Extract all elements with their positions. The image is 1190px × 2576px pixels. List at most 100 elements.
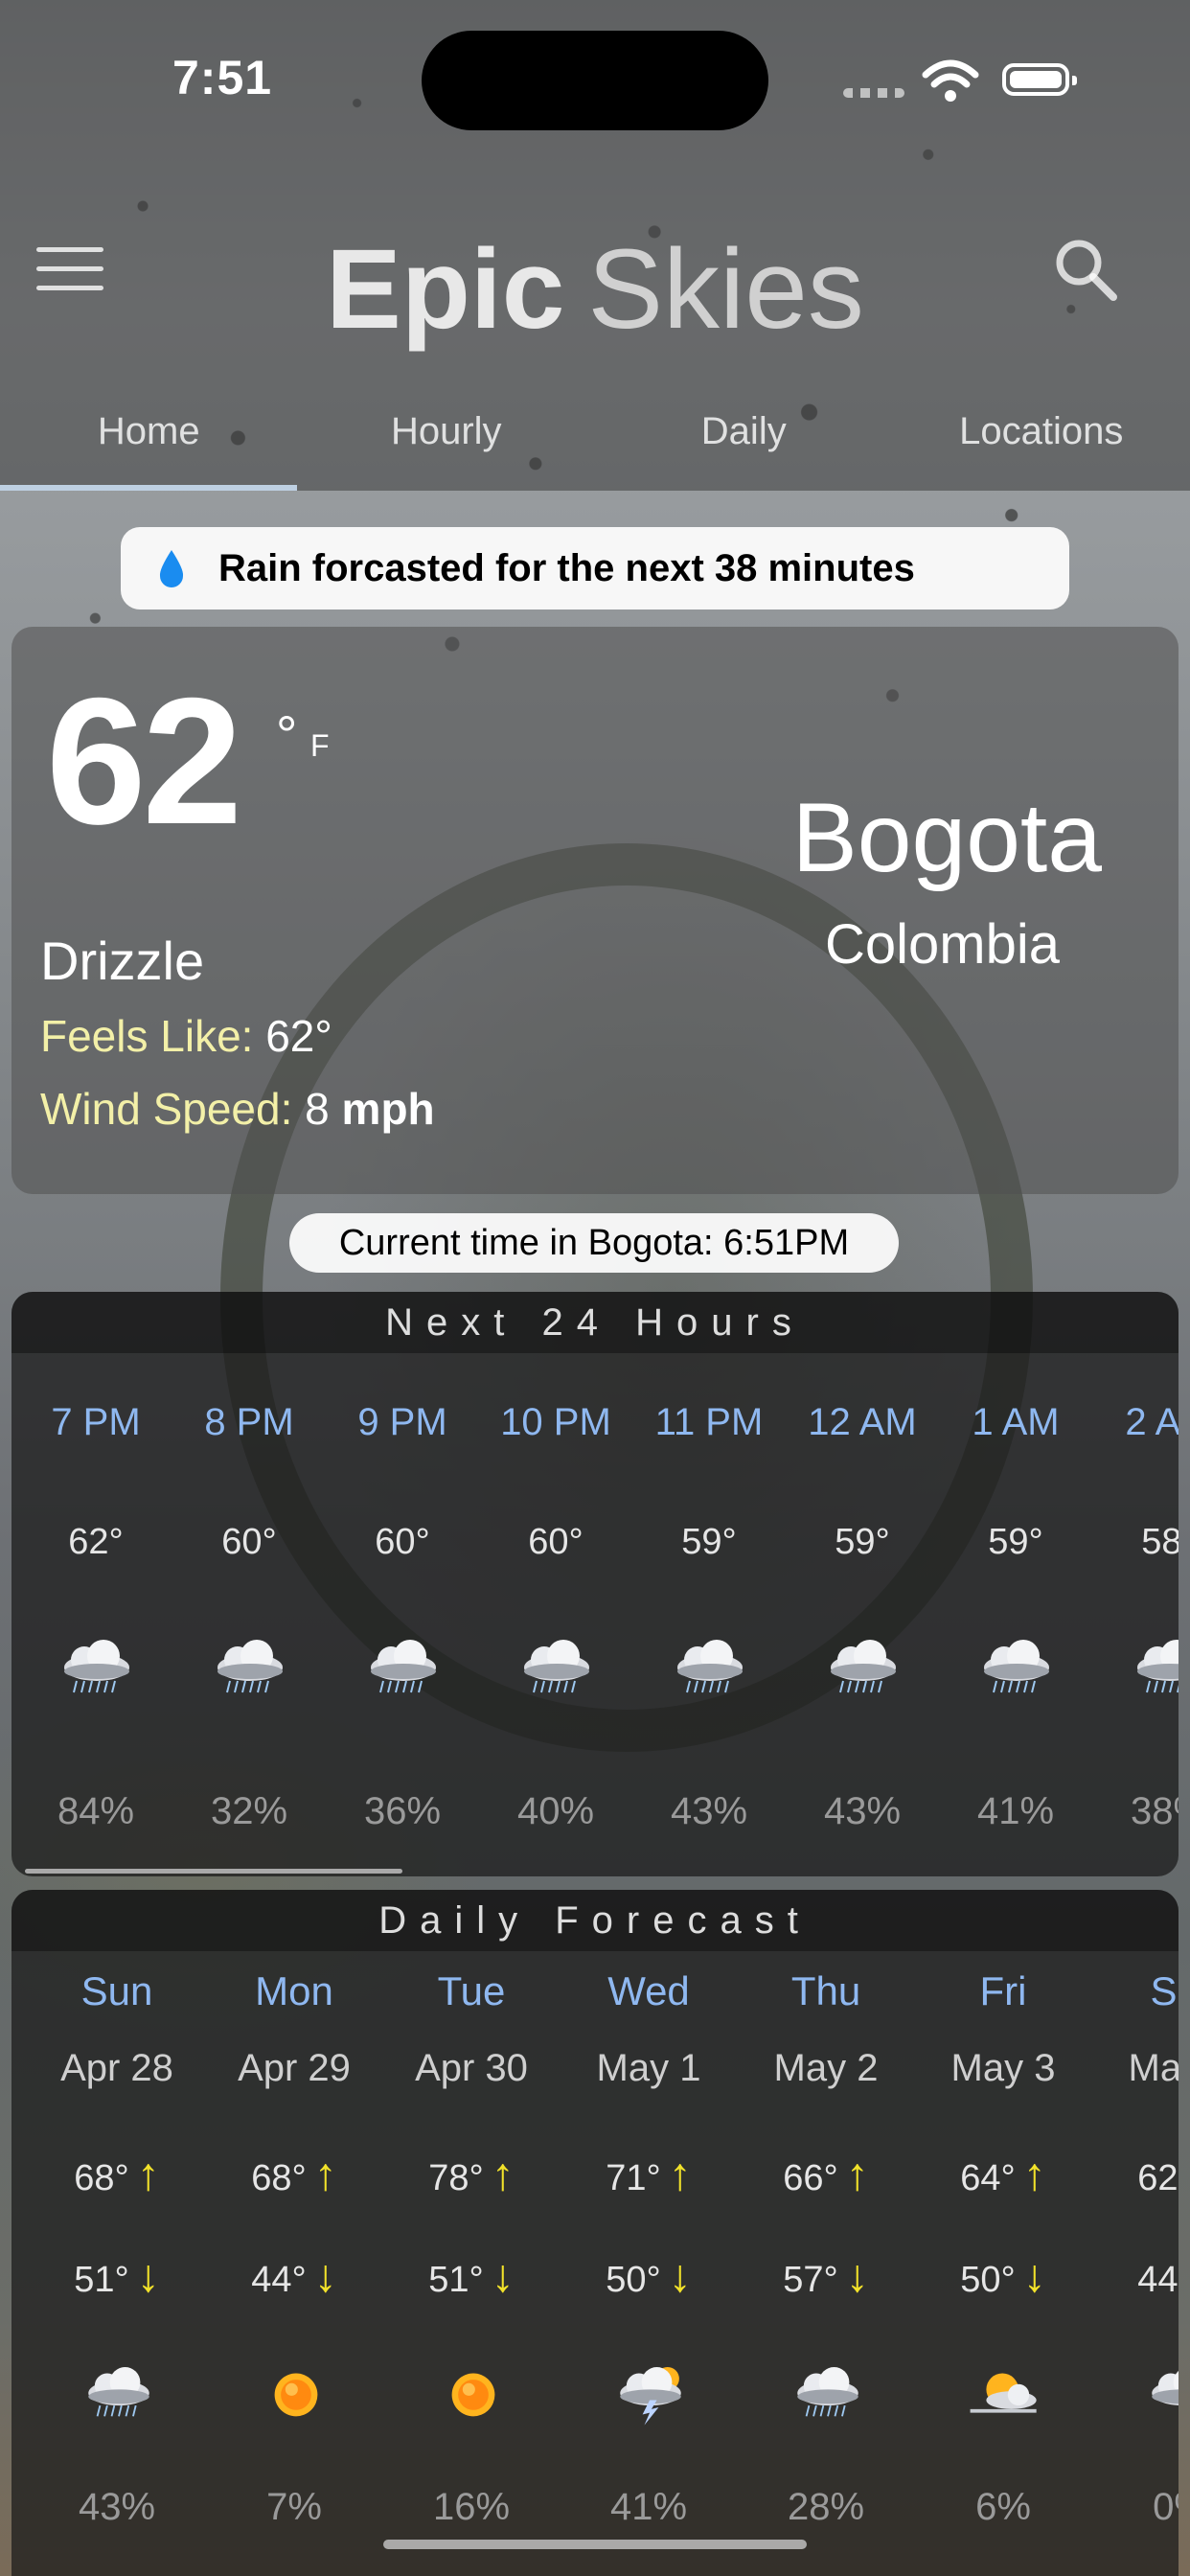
temperature-unit: F <box>310 728 332 763</box>
daily-date: Apr 28 <box>60 2047 173 2089</box>
daily-high: 68° ↑ <box>35 2149 198 2201</box>
cloud-icon <box>1152 2371 1179 2406</box>
arrow-up-icon: ↑ <box>136 2150 160 2200</box>
daily-high: 68° ↑ <box>213 2149 376 2201</box>
status-bar: 7:51 <box>0 0 1190 153</box>
daily-high: 62°↑ <box>1099 2149 1179 2201</box>
search-icon[interactable] <box>1052 236 1119 303</box>
rain-cloud-icon <box>797 2367 858 2417</box>
daily-precip-chance: 0% <box>1153 2486 1179 2528</box>
tab-locations[interactable]: Locations <box>893 393 1190 489</box>
current-conditions-card: 62 ° F Drizzle Feels Like: 62° Wind Spee… <box>11 627 1179 1194</box>
rain-cloud-icon <box>217 1640 283 1693</box>
wifi-icon <box>922 59 979 102</box>
hourly-temp: 62° <box>68 1522 124 1562</box>
daily-precip-chance: 43% <box>78 2486 156 2528</box>
daily-day-name: Fri <box>979 1968 1027 2013</box>
arrow-up-icon: ↑ <box>845 2150 869 2200</box>
hourly-precip-chance: 36% <box>363 1790 442 1832</box>
hourly-temp: 59° <box>988 1522 1043 1562</box>
hourly-temp: 60° <box>221 1522 277 1562</box>
hourly-temp: 60° <box>375 1522 430 1562</box>
daily-day-name: Sat <box>1150 1968 1179 2013</box>
wind-speed-unit: mph <box>341 1084 435 1134</box>
daily-low: 50° ↓ <box>567 2250 730 2303</box>
hourly-precip-chance: 43% <box>670 1790 748 1832</box>
arrow-up-icon: ↑ <box>491 2150 515 2200</box>
rain-cloud-icon <box>677 1640 743 1693</box>
daily-low: 50° ↓ <box>922 2250 1085 2303</box>
rain-banner[interactable]: Rain forcasted for the next 38 minutes <box>121 527 1069 610</box>
battery-icon <box>1002 63 1077 96</box>
hourly-forecast-panel[interactable]: Next 24 Hours 7 PM 62° 84% 8 PM 60° 32% 9 PM 60… <box>11 1292 1179 1876</box>
hourly-title: Next 24 Hours <box>11 1292 1179 1353</box>
daily-date: Apr 30 <box>415 2047 528 2089</box>
current-temperature: 62 <box>46 660 242 862</box>
wind-speed-value: 8 <box>305 1084 330 1134</box>
daily-day-name: Sun <box>80 1968 153 2013</box>
daily-high: 78° ↑ <box>390 2149 553 2201</box>
arrow-down-icon: ↓ <box>313 2251 337 2302</box>
partly-cloudy-icon <box>970 2373 1037 2413</box>
sun-icon <box>274 2373 318 2417</box>
hourly-precip-chance: 43% <box>823 1790 902 1832</box>
daily-low-value: 51° <box>428 2260 484 2300</box>
daily-precip-chance: 28% <box>787 2486 865 2528</box>
degree-symbol: ° <box>276 704 298 765</box>
daily-low: 51° ↓ <box>35 2250 198 2303</box>
rain-cloud-icon <box>371 1640 436 1693</box>
hourly-precip-chance: 38% <box>1130 1790 1179 1832</box>
arrow-down-icon: ↓ <box>136 2251 160 2302</box>
daily-day-name: Mon <box>255 1968 333 2013</box>
daily-high-value: 64° <box>960 2158 1016 2198</box>
daily-low-value: 57° <box>783 2260 838 2300</box>
status-time: 7:51 <box>172 51 273 104</box>
wind-speed-label: Wind Speed: <box>40 1084 293 1134</box>
wind-speed: Wind Speed: 8 mph <box>40 1083 435 1135</box>
daily-high: 66° ↑ <box>744 2149 907 2201</box>
hourly-precip-chance: 32% <box>210 1790 288 1832</box>
rain-cloud-icon <box>831 1640 896 1693</box>
daily-high-value: 68° <box>251 2158 307 2198</box>
feels-like-value: 62° <box>265 1011 332 1061</box>
feels-like: Feels Like: 62° <box>40 1010 332 1062</box>
dynamic-island <box>422 31 768 130</box>
app-title-light: Skies <box>587 226 864 353</box>
daily-precip-chance: 7% <box>266 2486 322 2528</box>
daily-title: Daily Forecast <box>11 1890 1179 1951</box>
daily-day-name: Thu <box>790 1968 861 2013</box>
arrow-down-icon: ↓ <box>1022 2251 1046 2302</box>
arrow-down-icon: ↓ <box>668 2251 692 2302</box>
thunderstorm-icon <box>620 2367 681 2426</box>
tab-daily[interactable]: Daily <box>595 393 893 489</box>
hourly-precip-chance: 40% <box>516 1790 595 1832</box>
home-indicator[interactable] <box>383 2540 807 2549</box>
feels-like-label: Feels Like: <box>40 1011 254 1061</box>
arrow-down-icon: ↓ <box>491 2251 515 2302</box>
tab-hourly[interactable]: Hourly <box>298 393 596 489</box>
rain-cloud-icon <box>524 1640 589 1693</box>
arrow-up-icon: ↑ <box>668 2150 692 2200</box>
daily-precip-chance: 6% <box>975 2486 1031 2528</box>
app-title: Epic Skies <box>0 222 1190 356</box>
hourly-time: 1 AM <box>972 1401 1060 1443</box>
rain-cloud-icon <box>984 1640 1049 1693</box>
tab-home[interactable]: Home <box>0 393 298 489</box>
daily-precip-chance: 16% <box>432 2486 511 2528</box>
arrow-down-icon: ↓ <box>845 2251 869 2302</box>
country-name: Colombia <box>825 913 1060 976</box>
daily-forecast-panel[interactable]: Daily Forecast Sun Apr 28 68° ↑ 51° ↓ 43% Mon Ap… <box>11 1890 1179 2576</box>
tab-indicator <box>0 485 297 491</box>
hourly-time: 10 PM <box>500 1401 611 1443</box>
raindrop-icon <box>159 550 184 587</box>
rain-cloud-icon <box>88 2367 149 2417</box>
condition-text: Drizzle <box>40 931 205 991</box>
hourly-scrollbar[interactable] <box>25 1869 402 1874</box>
daily-high-value: 62° <box>1137 2158 1179 2198</box>
daily-low-value: 50° <box>960 2260 1016 2300</box>
hourly-time: 11 PM <box>654 1401 764 1443</box>
cellular-signal-icon <box>843 88 904 98</box>
hourly-time: 9 PM <box>357 1401 447 1443</box>
hourly-time: 2 AM <box>1125 1401 1179 1443</box>
tab-bar: Home Hourly Daily Locations <box>0 393 1190 489</box>
